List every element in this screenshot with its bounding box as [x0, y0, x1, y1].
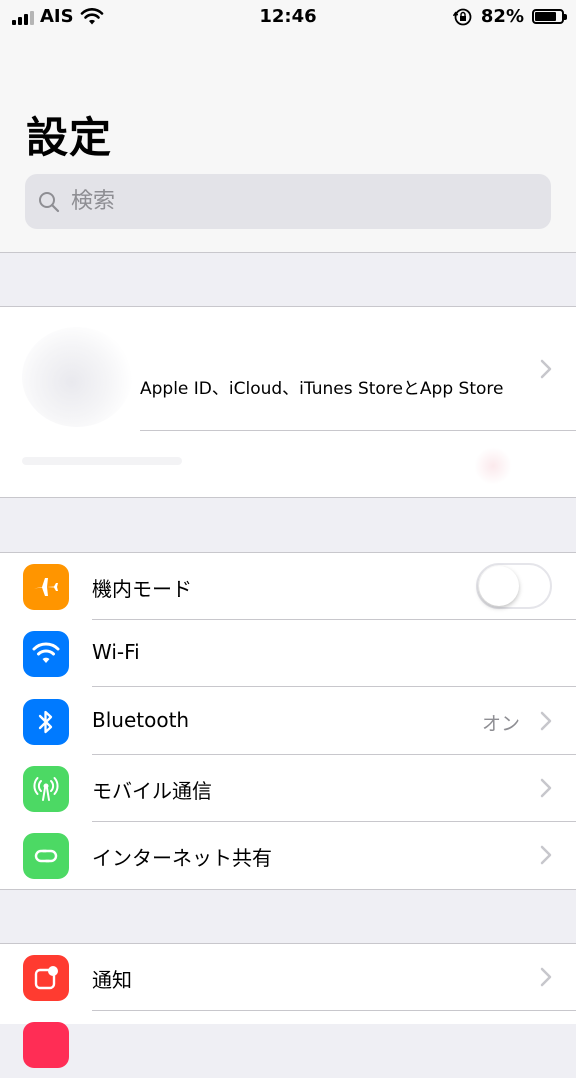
header: 設定: [0, 34, 576, 252]
row-label: Wi-Fi: [92, 640, 140, 664]
bluetooth-status: オン: [481, 713, 520, 735]
network-settings-group: 機内モード Wi-Fi Bluetooth オン モバイル通信 インターネット共…: [0, 553, 576, 889]
notifications-group: 通知: [0, 944, 576, 1068]
row-label: 通知: [92, 968, 132, 992]
apple-id-card[interactable]: Apple ID、iCloud、iTunes StoreとApp Store: [0, 307, 576, 497]
toggle-knob: [479, 566, 519, 606]
status-bar: AIS 12:46 82%: [0, 0, 576, 34]
divider: [140, 430, 576, 431]
wifi-row[interactable]: Wi-Fi: [0, 620, 576, 687]
notifications-icon: [23, 955, 69, 1001]
hotspot-icon: [23, 833, 69, 879]
divider: [0, 252, 576, 253]
sounds-icon: [23, 1022, 69, 1068]
search-input[interactable]: [69, 188, 513, 215]
row-label: インターネット共有: [92, 846, 272, 870]
search-bar[interactable]: [25, 174, 551, 229]
bluetooth-row[interactable]: Bluetooth オン: [0, 688, 576, 755]
blurred-badge: [474, 447, 512, 485]
cellular-row[interactable]: モバイル通信: [0, 755, 576, 822]
antenna-icon: [23, 766, 69, 812]
divider: [0, 497, 576, 498]
page-title: 設定: [26, 113, 113, 162]
notifications-row[interactable]: 通知: [0, 944, 576, 1011]
chevron-right-icon: [540, 711, 552, 731]
chevron-right-icon: [540, 359, 552, 379]
chevron-right-icon: [540, 967, 552, 987]
airplane-icon: [23, 564, 69, 610]
battery-icon: [532, 9, 567, 24]
chevron-right-icon: [540, 845, 552, 865]
airplane-mode-toggle[interactable]: [476, 563, 552, 609]
chevron-right-icon: [540, 778, 552, 798]
avatar: [22, 327, 132, 427]
row-label: モバイル通信: [92, 779, 212, 803]
orientation-lock-icon: [452, 8, 472, 25]
wifi-icon: [23, 631, 69, 677]
search-icon: [39, 191, 60, 212]
apple-id-label: Apple ID、iCloud、iTunes StoreとApp Store: [140, 379, 504, 399]
next-row[interactable]: [0, 1011, 576, 1078]
divider: [0, 889, 576, 890]
battery-fill: [535, 12, 557, 21]
divider: [92, 686, 576, 687]
row-label: Bluetooth: [92, 708, 190, 732]
personal-hotspot-row[interactable]: インターネット共有: [0, 822, 576, 889]
airplane-mode-row[interactable]: 機内モード: [0, 553, 576, 620]
status-right: 82%: [452, 6, 567, 27]
blurred-row: [22, 457, 182, 465]
battery-percent: 82%: [480, 6, 524, 27]
bluetooth-icon: [23, 699, 69, 745]
row-label: 機内モード: [92, 577, 192, 601]
